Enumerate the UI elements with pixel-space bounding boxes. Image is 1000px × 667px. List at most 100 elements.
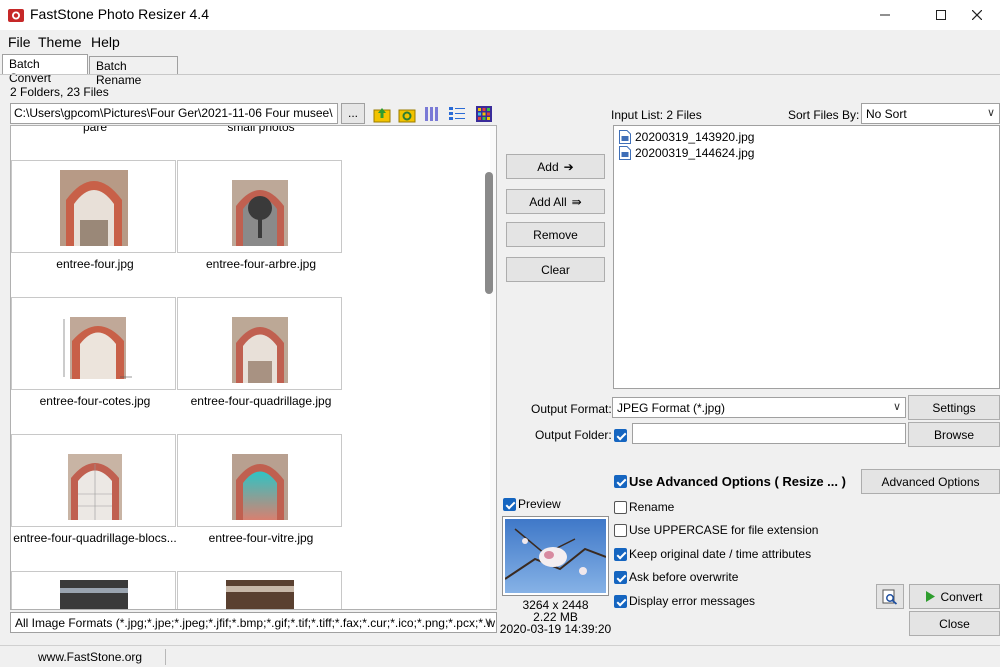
thumbnail-cell[interactable] [177, 297, 342, 390]
output-folder-label: Output Folder: [535, 428, 612, 442]
thumbnail-cell[interactable] [177, 160, 342, 253]
minimize-button[interactable] [862, 0, 908, 30]
thumbnail-image [232, 180, 288, 246]
output-format-label: Output Format: [531, 402, 612, 416]
arrow-right-icon: ➔ [563, 159, 574, 174]
thumbnail-cell[interactable] [177, 571, 342, 609]
keep-date-checkbox[interactable] [614, 548, 627, 561]
sort-select[interactable]: No Sort ∨ [861, 103, 1000, 124]
thumbnail-view-icon[interactable] [423, 105, 441, 123]
clear-button[interactable]: Clear [506, 257, 605, 282]
refresh-folder-icon[interactable] [398, 105, 416, 123]
close-button[interactable]: Close [909, 611, 1000, 636]
add-all-button[interactable]: Add All ⇛ [506, 189, 605, 214]
display-errors-checkbox[interactable] [614, 595, 627, 608]
input-list-label: Input List: 2 Files [611, 108, 702, 122]
output-format-select[interactable]: JPEG Format (*.jpg) ∨ [612, 397, 906, 418]
preview-thumbnail [502, 516, 609, 596]
chevron-down-icon: ∨ [986, 107, 995, 119]
partial-label: pare [82, 125, 108, 134]
thumbnail-image [56, 317, 134, 383]
thumbnail-image [232, 454, 288, 520]
thumbnail-label: entree-four-cotes.jpg [39, 394, 151, 408]
status-divider [165, 649, 166, 665]
file-name: 20200319_143920.jpg [635, 130, 755, 144]
ask-overwrite-label: Ask before overwrite [629, 570, 739, 584]
file-format-filter[interactable]: All Image Formats (*.jpg;*.jpe;*.jpeg;*.… [10, 612, 497, 633]
details-view-icon[interactable] [448, 105, 466, 123]
tab-batch-convert[interactable]: Batch Convert [2, 54, 88, 85]
preview-image [504, 519, 607, 593]
browse-output-button[interactable]: Browse [908, 422, 1000, 447]
output-folder-checkbox[interactable] [614, 429, 627, 442]
thumbnail-cell[interactable] [11, 160, 176, 253]
minimize-icon [880, 14, 890, 16]
website-link[interactable]: www.FastStone.org [38, 650, 142, 664]
uppercase-checkbox[interactable] [614, 524, 627, 537]
jpg-file-icon [619, 130, 631, 144]
thumbnail-label: entree-four.jpg [56, 257, 134, 271]
advanced-options-checkbox[interactable] [614, 475, 627, 488]
output-folder-input[interactable] [632, 423, 906, 444]
menu-theme[interactable]: Theme [38, 34, 82, 50]
close-window-button[interactable] [954, 0, 1000, 30]
add-all-label: Add All [529, 194, 567, 209]
browser-scroll-thumb[interactable] [485, 172, 493, 294]
advanced-options-label: Use Advanced Options ( Resize ... ) [629, 474, 846, 489]
play-icon [926, 591, 936, 602]
browse-folder-button[interactable]: ... [341, 103, 365, 124]
thumbnail-cell[interactable] [11, 434, 176, 527]
title-bar: FastStone Photo Resizer 4.4 [0, 0, 1000, 30]
app-icon [8, 9, 24, 22]
tab-divider [0, 74, 1000, 75]
magnifier-icon [882, 589, 898, 605]
sort-value: No Sort [866, 107, 907, 121]
thumbnail-cell[interactable] [11, 297, 176, 390]
thumbnail-image [68, 454, 122, 520]
thumbnail-image [60, 580, 128, 609]
thumbnail-label: entree-four-quadrillage.jpg [190, 394, 332, 408]
status-bar: www.FastStone.org [0, 645, 1000, 667]
advanced-options-button[interactable]: Advanced Options [861, 469, 1000, 494]
list-item[interactable]: 20200319_143920.jpg [619, 129, 754, 145]
menu-help[interactable]: Help [91, 34, 120, 50]
preview-date: 2020-03-19 14:39:20 [499, 622, 612, 636]
add-button[interactable]: Add ➔ [506, 154, 605, 179]
format-filter-value: All Image Formats (*.jpg;*.jpe;*.jpeg;*.… [15, 616, 495, 630]
input-file-list[interactable]: 20200319_143920.jpg 20200319_144624.jpg [613, 125, 1000, 389]
folder-up-icon[interactable] [373, 105, 391, 123]
tab-batch-rename[interactable]: Batch Rename [89, 56, 178, 87]
chevron-down-icon: ∨ [892, 401, 901, 413]
settings-button[interactable]: Settings [908, 395, 1000, 420]
maximize-icon [936, 10, 946, 20]
close-icon [972, 10, 982, 20]
keep-date-label: Keep original date / time attributes [629, 547, 812, 561]
thumbnail-image [226, 580, 294, 609]
window-title: FastStone Photo Resizer 4.4 [30, 6, 209, 22]
file-name: 20200319_144624.jpg [635, 146, 755, 160]
thumbnail-label: entree-four-vitre.jpg [208, 531, 314, 545]
thumbnail-image [60, 170, 128, 246]
chevron-down-icon: ∨ [483, 616, 492, 628]
display-errors-label: Display error messages [629, 594, 756, 608]
double-arrow-right-icon: ⇛ [571, 194, 582, 209]
preview-label: Preview [518, 497, 561, 511]
convert-button[interactable]: Convert [909, 584, 1000, 609]
menu-file[interactable]: File [8, 34, 31, 50]
rename-checkbox[interactable] [614, 501, 627, 514]
thumbnail-image [232, 317, 288, 383]
ask-overwrite-checkbox[interactable] [614, 571, 627, 584]
grid-view-icon[interactable] [475, 105, 493, 123]
preview-checkbox[interactable] [503, 498, 516, 511]
thumbnail-cell[interactable] [11, 571, 176, 609]
partial-label: small photos [227, 125, 295, 134]
folder-path-input[interactable]: C:\Users\gpcom\Pictures\Four Ger\2021-11… [10, 103, 338, 124]
list-item[interactable]: 20200319_144624.jpg [619, 145, 754, 161]
jpg-file-icon [619, 146, 631, 160]
thumbnail-cell[interactable] [177, 434, 342, 527]
file-browser[interactable]: pare small photos entree-four.jpg entree… [10, 125, 497, 610]
thumbnail-label: entree-four-quadrillage-blocs... [13, 531, 177, 545]
remove-button[interactable]: Remove [506, 222, 605, 247]
rename-label: Rename [629, 500, 675, 514]
preview-zoom-button[interactable] [876, 584, 904, 609]
